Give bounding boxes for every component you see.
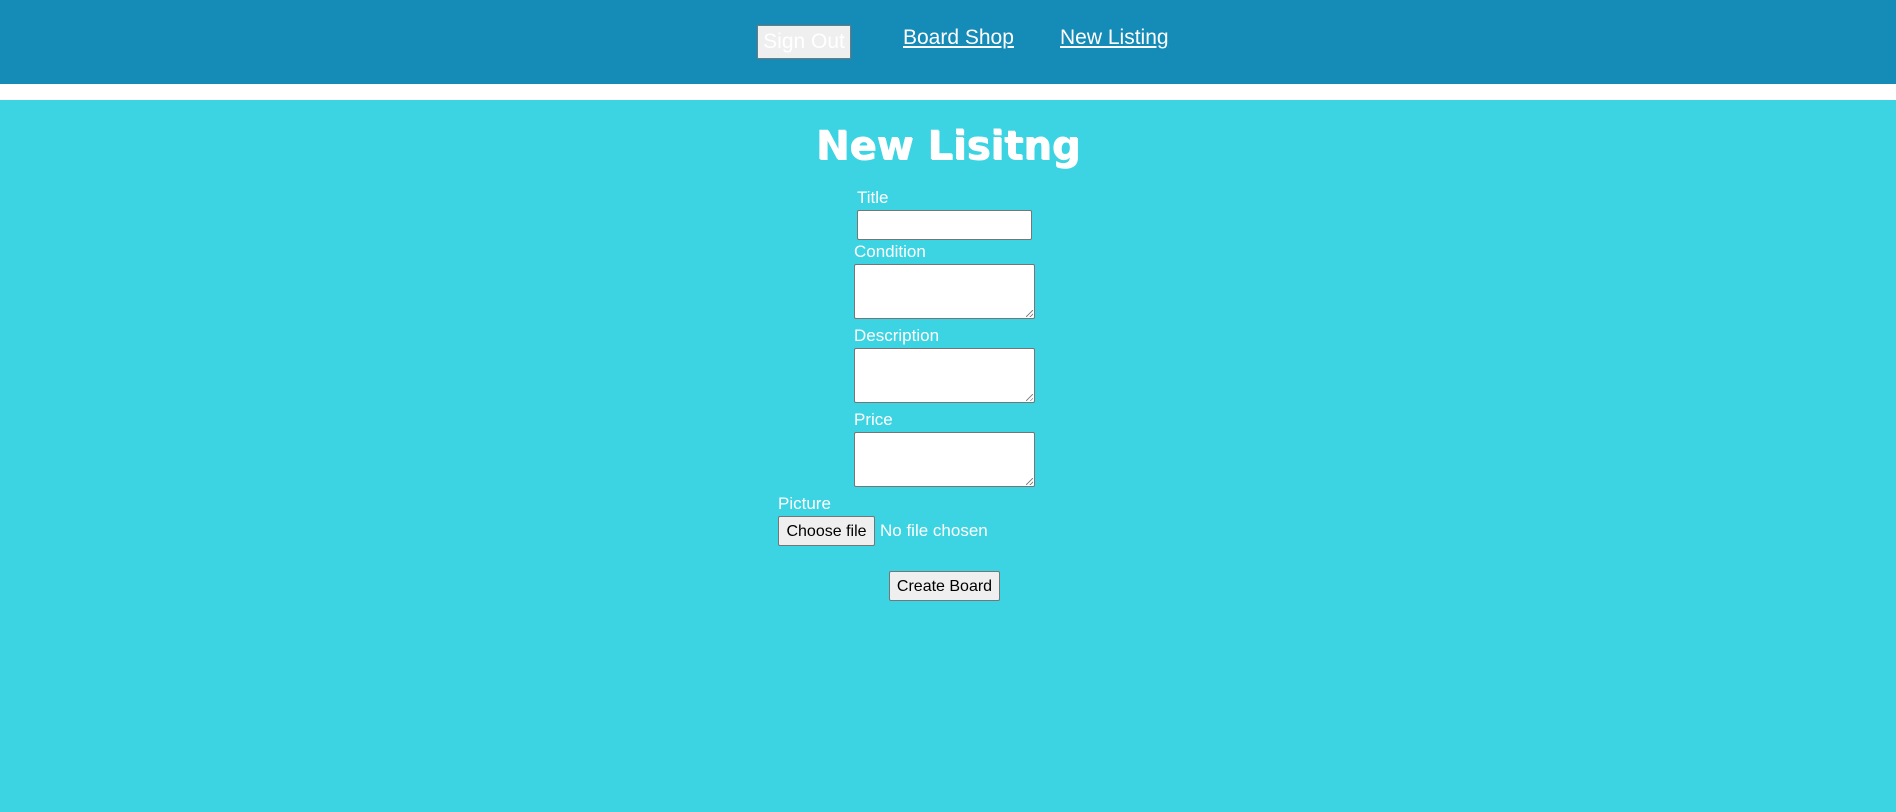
picture-label: Picture <box>778 494 831 513</box>
page-title: New Lisitng <box>815 123 1081 169</box>
nav-link-board-shop[interactable]: Board Shop <box>903 25 1014 51</box>
condition-textarea[interactable] <box>854 264 1035 319</box>
price-label: Price <box>854 410 893 429</box>
resize-grip-icon[interactable] <box>1026 478 1033 485</box>
create-board-button[interactable]: Create Board <box>889 571 1000 601</box>
file-status: No file chosen <box>880 521 988 540</box>
choose-file-button[interactable]: Choose file <box>778 516 875 546</box>
resize-grip-icon[interactable] <box>1026 394 1033 401</box>
title-input[interactable] <box>857 210 1032 240</box>
condition-label: Condition <box>854 242 926 261</box>
description-textarea[interactable] <box>854 348 1035 403</box>
main-content: New Lisitng Title Condition Description … <box>0 100 1896 812</box>
title-label: Title <box>857 188 889 207</box>
nav-link-new-listing[interactable]: New Listing <box>1060 25 1169 51</box>
description-label: Description <box>854 326 940 345</box>
resize-grip-icon[interactable] <box>1026 310 1033 317</box>
sign-out-button[interactable]: Sign Out <box>757 25 851 59</box>
price-textarea[interactable] <box>854 432 1035 487</box>
top-navbar: Sign Out Board Shop New Listing <box>0 0 1896 84</box>
